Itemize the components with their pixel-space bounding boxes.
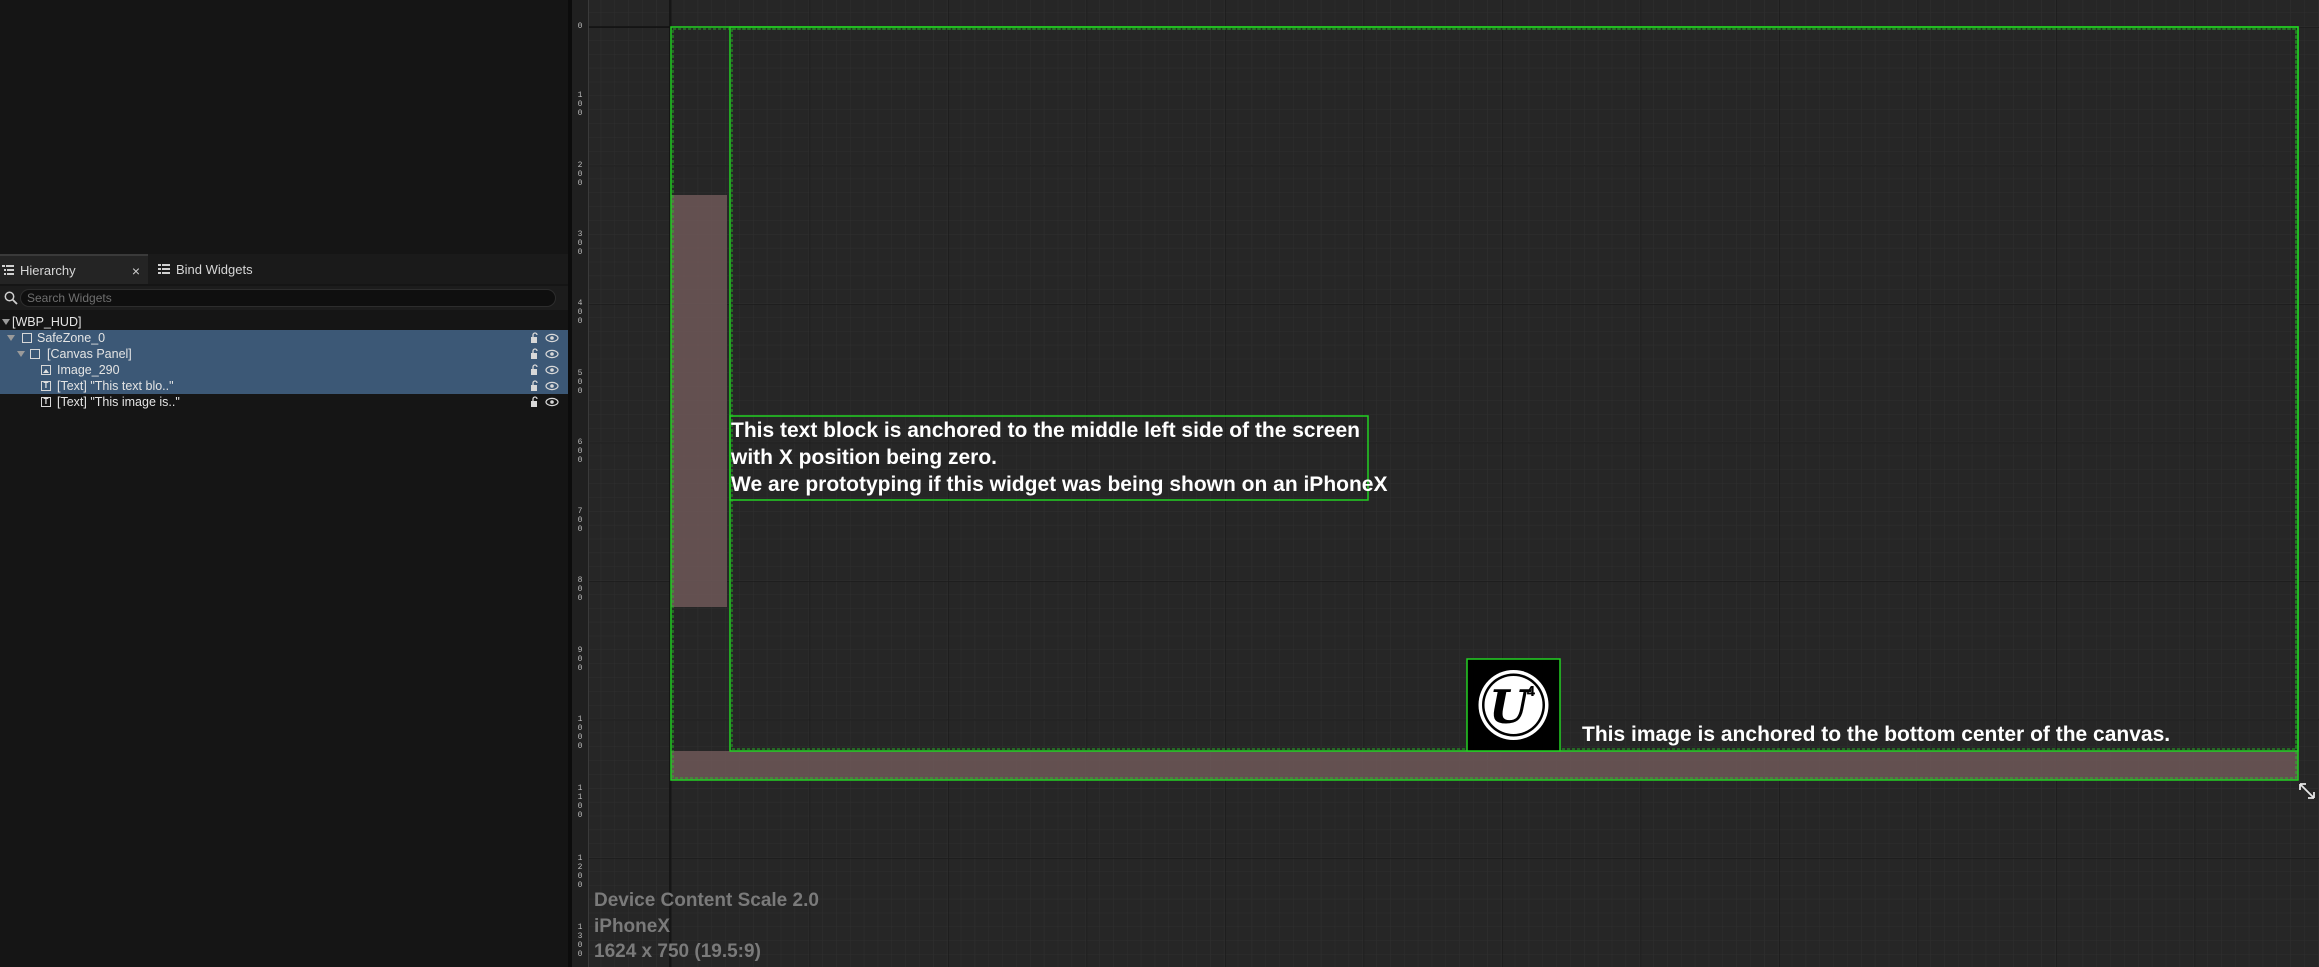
tree-row-label: SafeZone_0 bbox=[37, 331, 106, 345]
eye-icon bbox=[545, 397, 559, 407]
search-widgets-input[interactable] bbox=[20, 289, 556, 307]
close-icon[interactable]: × bbox=[132, 263, 140, 279]
tab-hierarchy-label: Hierarchy bbox=[20, 262, 76, 278]
device-scale-label: Device Content Scale 2.0 bbox=[594, 890, 819, 911]
expand-arrow-icon[interactable] bbox=[2, 319, 10, 325]
eye-icon bbox=[545, 365, 559, 375]
tree-row-label: Image_290 bbox=[57, 363, 120, 377]
safezone-icon bbox=[22, 333, 32, 343]
lock-icon bbox=[531, 380, 538, 391]
tree-row-label: [WBP_HUD] bbox=[12, 315, 82, 329]
hierarchy-tab-icon bbox=[2, 265, 14, 275]
image-widget-icon bbox=[41, 365, 51, 375]
image-caption-text[interactable]: This image is anchored to the bottom cen… bbox=[1582, 721, 2170, 748]
designer-viewport[interactable]: 0100200300400500600700800900100011001200… bbox=[572, 0, 2319, 967]
canvas-panel-icon bbox=[30, 349, 40, 359]
search-icon bbox=[4, 291, 18, 305]
canvas-panel-outline-dashed bbox=[731, 28, 2297, 750]
lock-icon bbox=[531, 332, 538, 343]
tree-row-image-text[interactable]: T [Text] "This image is.." bbox=[0, 394, 568, 410]
unsafe-area-left bbox=[671, 195, 727, 607]
unsafe-area-bottom bbox=[671, 751, 2298, 780]
lock-icon bbox=[531, 396, 538, 407]
row-lock-visibility-controls bbox=[530, 380, 562, 392]
tab-hierarchy[interactable]: Hierarchy × bbox=[0, 254, 148, 284]
bind-widgets-tab-icon bbox=[158, 264, 170, 274]
tree-row-text-block[interactable]: T [Text] "This text blo.." bbox=[0, 378, 568, 394]
tree-row-safezone[interactable]: SafeZone_0 bbox=[0, 330, 568, 346]
tree-row-canvas-panel[interactable]: [Canvas Panel] bbox=[0, 346, 568, 362]
anchored-text-block[interactable]: This text block is anchored to the middl… bbox=[731, 417, 1388, 498]
expand-arrow-icon[interactable] bbox=[7, 335, 15, 341]
unreal-logo-icon: U 4 bbox=[1478, 670, 1549, 740]
eye-icon bbox=[545, 381, 559, 391]
tree-row-label: [Text] "This text blo.." bbox=[57, 379, 174, 393]
text-widget-icon: T bbox=[41, 381, 51, 391]
row-lock-visibility-controls bbox=[530, 332, 562, 344]
text-widget-icon: T bbox=[41, 397, 51, 407]
tree-row-wbp-hud[interactable]: [WBP_HUD] bbox=[0, 314, 568, 330]
eye-icon bbox=[545, 333, 559, 343]
tab-bind-widgets[interactable]: Bind Widgets bbox=[156, 254, 316, 284]
row-lock-visibility-controls bbox=[530, 348, 562, 360]
text-line-3: We are prototyping if this widget was be… bbox=[731, 473, 1388, 496]
search-bar bbox=[0, 286, 568, 310]
eye-icon bbox=[545, 349, 559, 359]
tree-row-label: [Text] "This image is.." bbox=[57, 395, 180, 409]
text-line-1: This text block is anchored to the middl… bbox=[731, 419, 1360, 442]
tree-row-label: [Canvas Panel] bbox=[47, 347, 132, 361]
resize-handle-icon[interactable] bbox=[2298, 782, 2316, 800]
device-name-label: iPhoneX bbox=[594, 916, 671, 937]
expand-arrow-icon[interactable] bbox=[17, 351, 25, 357]
canvas-panel-outline bbox=[729, 26, 2299, 752]
device-resolution-label: 1624 x 750 (19.5:9) bbox=[594, 941, 761, 962]
logo-superscript: 4 bbox=[1526, 685, 1535, 700]
panel-tab-bar: Hierarchy × Bind Widgets bbox=[0, 254, 568, 284]
text-line-2: with X position being zero. bbox=[731, 446, 997, 469]
row-lock-visibility-controls bbox=[530, 396, 562, 408]
tree-row-image[interactable]: Image_290 bbox=[0, 362, 568, 378]
lock-icon bbox=[531, 364, 538, 375]
lock-icon bbox=[531, 348, 538, 359]
hierarchy-panel: Hierarchy × Bind Widgets [WBP_HUD] SafeZ… bbox=[0, 0, 568, 967]
widget-tree: [WBP_HUD] SafeZone_0 [Canvas Panel] Imag… bbox=[0, 314, 568, 410]
tab-bind-widgets-label: Bind Widgets bbox=[176, 261, 253, 277]
row-lock-visibility-controls bbox=[530, 364, 562, 376]
